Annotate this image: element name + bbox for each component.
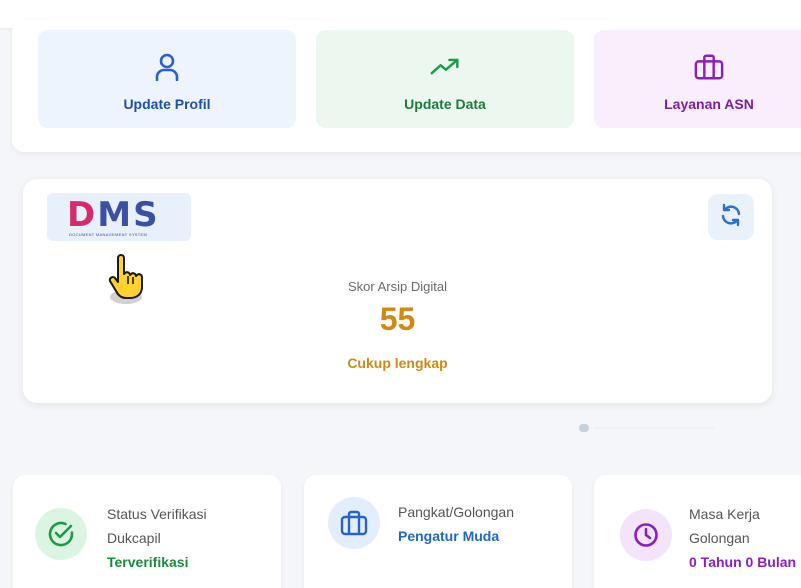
layanan-asn-label: Layanan ASN <box>664 96 754 112</box>
dms-logo-ms: MS <box>97 195 160 235</box>
dms-logo-subtitle: DOCUMENT MANAGEMENT SYSTEM <box>69 232 148 237</box>
update-profil-button[interactable]: Update Profil <box>38 30 296 128</box>
briefcase-icon <box>328 497 380 549</box>
refresh-icon <box>719 203 743 232</box>
layanan-asn-button[interactable]: Layanan ASN <box>594 30 801 128</box>
masa-kerja-label-2: Golongan <box>689 530 750 546</box>
check-circle-icon <box>35 508 87 560</box>
pangkat-golongan-card: Pangkat/Golongan Pengatur Muda <box>304 475 572 588</box>
status-verifikasi-label: Status Verifikasi <box>107 506 207 522</box>
update-profil-label: Update Profil <box>123 96 211 112</box>
update-data-button[interactable]: Update Data <box>316 30 574 128</box>
status-verifikasi-label-2: Dukcapil <box>107 530 161 546</box>
masa-kerja-label: Masa Kerja <box>689 506 760 522</box>
masa-kerja-value: 0 Tahun 0 Bulan <box>689 554 797 570</box>
briefcase-icon <box>694 52 724 82</box>
pangkat-golongan-value: Pengatur Muda <box>398 528 500 544</box>
carousel-track <box>594 427 714 429</box>
hand-pointer-cursor-icon <box>104 252 152 308</box>
dms-logo[interactable]: DMS DOCUMENT MANAGEMENT SYSTEM <box>47 193 191 241</box>
clock-icon <box>620 509 672 561</box>
dms-logo-d: D <box>67 195 98 235</box>
trending-up-icon <box>430 52 460 82</box>
update-data-label: Update Data <box>404 96 486 112</box>
quick-actions-card: Update Profil Update Data Layanan ASN <box>12 20 801 152</box>
score-status: Cukup lengkap <box>347 355 448 371</box>
user-icon <box>152 52 182 82</box>
status-verifikasi-card: Status Verifikasi Dukcapil Terverifikasi <box>13 475 281 588</box>
status-verifikasi-value: Terverifikasi <box>107 554 189 570</box>
carousel-dot-active[interactable] <box>579 424 589 432</box>
pangkat-golongan-label: Pangkat/Golongan <box>398 504 514 520</box>
masa-kerja-card: Masa Kerja Golongan 0 Tahun 0 Bulan <box>594 475 801 588</box>
refresh-button[interactable] <box>708 194 754 240</box>
